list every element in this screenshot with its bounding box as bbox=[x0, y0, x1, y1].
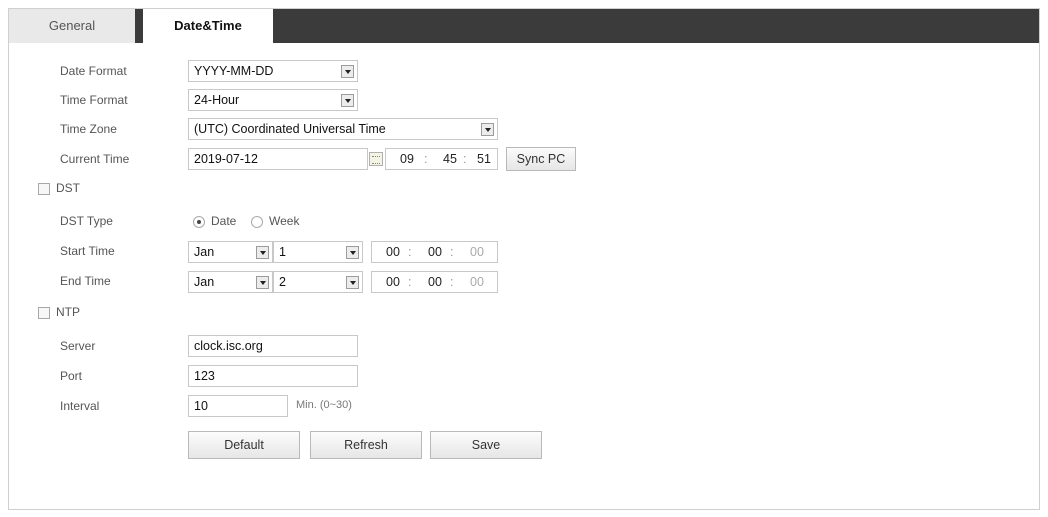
interval-input[interactable]: 10 bbox=[188, 395, 288, 417]
start-time-input[interactable]: 00 : 00 : 00 bbox=[371, 241, 498, 263]
tab-general[interactable]: General bbox=[9, 9, 135, 43]
start-month-value: Jan bbox=[194, 245, 215, 259]
tab-bar: General Date&Time bbox=[9, 9, 1039, 43]
chevron-down-icon bbox=[341, 94, 354, 107]
port-input[interactable]: 123 bbox=[188, 365, 358, 387]
end-second[interactable]: 00 bbox=[470, 272, 484, 292]
current-date-value: 2019-07-12 bbox=[194, 152, 258, 166]
chevron-down-icon bbox=[256, 246, 269, 259]
current-minute[interactable]: 45 bbox=[443, 149, 457, 169]
time-zone-label: Time Zone bbox=[60, 122, 117, 136]
sync-pc-button[interactable]: Sync PC bbox=[506, 147, 576, 171]
chevron-down-icon bbox=[346, 246, 359, 259]
start-month-select[interactable]: Jan bbox=[188, 241, 273, 263]
server-input[interactable]: clock.isc.org bbox=[188, 335, 358, 357]
current-date-input[interactable]: 2019-07-12 bbox=[188, 148, 368, 170]
start-hour[interactable]: 00 bbox=[386, 242, 400, 262]
refresh-button[interactable]: Refresh bbox=[310, 431, 422, 459]
end-day-value: 2 bbox=[279, 275, 286, 289]
end-time-input[interactable]: 00 : 00 : 00 bbox=[371, 271, 498, 293]
calendar-icon[interactable] bbox=[369, 152, 383, 166]
time-format-value: 24-Hour bbox=[194, 93, 240, 107]
current-time-label: Current Time bbox=[60, 152, 130, 166]
chevron-down-icon bbox=[256, 276, 269, 289]
start-time-label: Start Time bbox=[60, 244, 115, 258]
date-format-select[interactable]: YYYY-MM-DD bbox=[188, 60, 358, 82]
time-format-label: Time Format bbox=[60, 93, 128, 107]
dst-type-label: DST Type bbox=[60, 214, 113, 228]
time-zone-value: (UTC) Coordinated Universal Time bbox=[194, 122, 386, 136]
dst-type-week-label: Week bbox=[269, 214, 300, 228]
start-day-select[interactable]: 1 bbox=[273, 241, 363, 263]
current-time-input[interactable]: 09 : 45 : 51 bbox=[385, 148, 498, 170]
dst-type-date-label: Date bbox=[211, 214, 237, 228]
end-minute[interactable]: 00 bbox=[428, 272, 442, 292]
interval-label: Interval bbox=[60, 399, 100, 413]
start-second[interactable]: 00 bbox=[470, 242, 484, 262]
end-month-value: Jan bbox=[194, 275, 215, 289]
default-button[interactable]: Default bbox=[188, 431, 300, 459]
end-day-select[interactable]: 2 bbox=[273, 271, 363, 293]
chevron-down-icon bbox=[341, 65, 354, 78]
dst-label: DST bbox=[56, 181, 80, 195]
end-month-select[interactable]: Jan bbox=[188, 271, 273, 293]
chevron-down-icon bbox=[346, 276, 359, 289]
port-label: Port bbox=[60, 369, 83, 383]
time-format-select[interactable]: 24-Hour bbox=[188, 89, 358, 111]
interval-unit: Min. (0~30) bbox=[296, 399, 352, 411]
chevron-down-icon bbox=[481, 123, 494, 136]
start-day-value: 1 bbox=[279, 245, 286, 259]
dst-checkbox[interactable] bbox=[38, 183, 50, 195]
server-label: Server bbox=[60, 339, 96, 353]
ntp-label: NTP bbox=[56, 305, 80, 319]
save-button[interactable]: Save bbox=[430, 431, 542, 459]
tab-date-time[interactable]: Date&Time bbox=[143, 9, 273, 43]
date-format-value: YYYY-MM-DD bbox=[194, 64, 274, 78]
current-second[interactable]: 51 bbox=[477, 149, 491, 169]
start-minute[interactable]: 00 bbox=[428, 242, 442, 262]
current-hour[interactable]: 09 bbox=[400, 149, 414, 169]
date-format-label: Date Format bbox=[60, 64, 127, 78]
time-zone-select[interactable]: (UTC) Coordinated Universal Time bbox=[188, 118, 498, 140]
end-hour[interactable]: 00 bbox=[386, 272, 400, 292]
dst-type-date-radio[interactable] bbox=[193, 216, 205, 228]
dst-type-week-radio[interactable] bbox=[251, 216, 263, 228]
end-time-label: End Time bbox=[60, 274, 111, 288]
ntp-checkbox[interactable] bbox=[38, 307, 50, 319]
